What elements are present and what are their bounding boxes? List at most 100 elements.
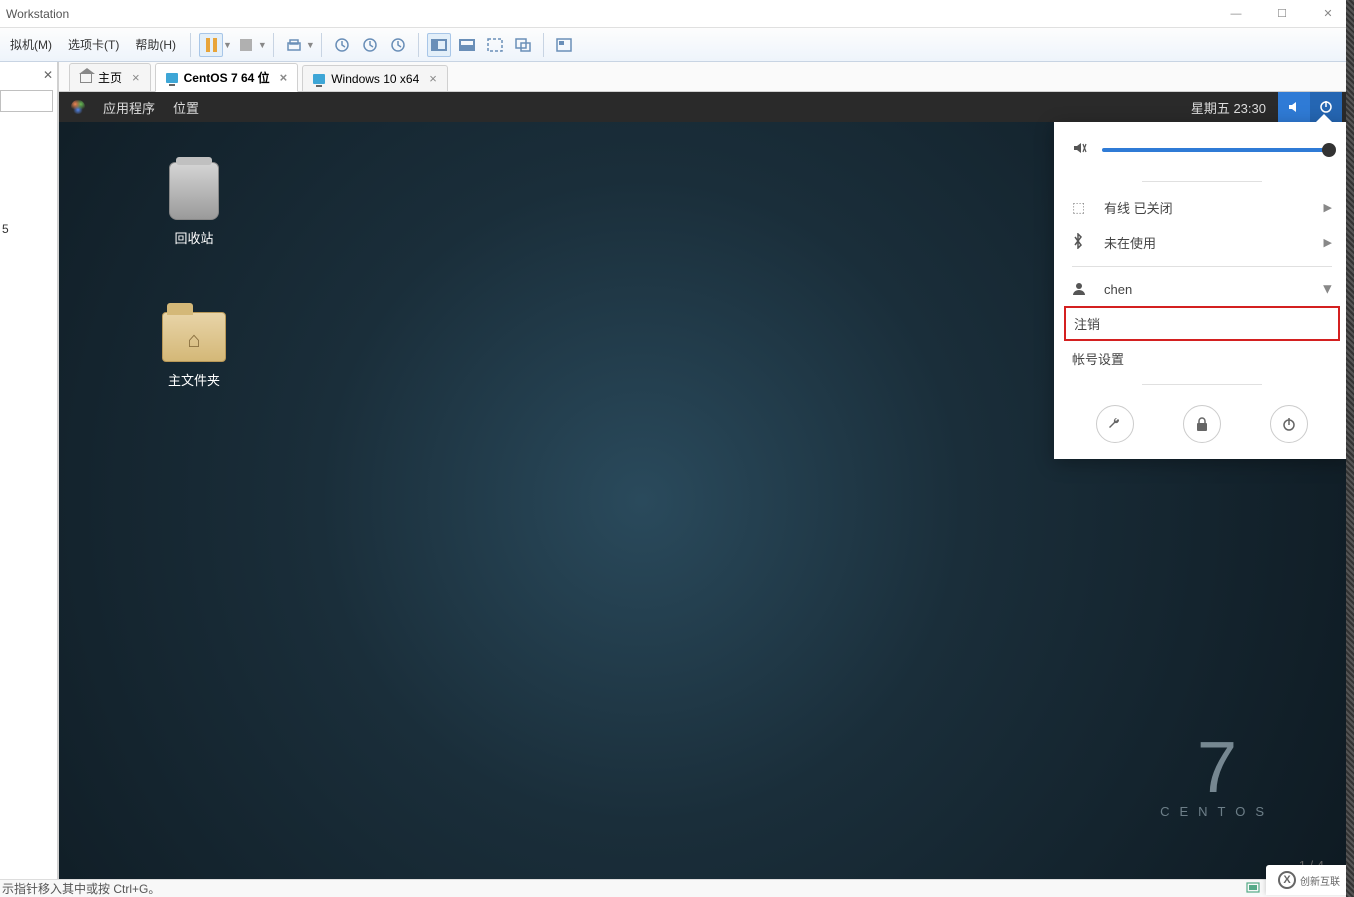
menu-vm[interactable]: 拟机(M) — [2, 32, 60, 57]
power-icon — [1318, 99, 1334, 115]
clock-icon — [334, 37, 350, 53]
tab-windows[interactable]: Windows 10 x64 × — [302, 65, 448, 91]
view-bottombar-button[interactable] — [455, 33, 479, 57]
watermark-text: 创新互联 — [1300, 873, 1340, 888]
printer-icon — [286, 38, 302, 52]
vm-tabs: 主页 × CentOS 7 64 位 × Windows 10 x64 × — [59, 62, 1354, 92]
volume-icon — [1286, 99, 1302, 115]
user-label: chen — [1104, 282, 1132, 297]
toolbar-separator — [418, 33, 419, 57]
chevron-down-icon[interactable]: ▼ — [223, 40, 232, 50]
tab-close-icon[interactable]: × — [429, 71, 437, 86]
chevron-down-icon[interactable]: ▼ — [306, 40, 315, 50]
system-menu: ⬚ 有线 已关闭 ▶ 未在使用 ▶ chen ▶ — [1054, 122, 1350, 459]
trash-icon — [169, 162, 219, 220]
close-button[interactable]: ✕ — [1314, 4, 1342, 24]
tab-close-icon[interactable]: × — [132, 70, 140, 85]
volume-indicator[interactable] — [1278, 92, 1310, 122]
status-hint: 示指针移入其中或按 Ctrl+G。 — [2, 880, 160, 897]
volume-slider[interactable] — [1102, 148, 1332, 152]
centos-name: CENTOS — [1160, 804, 1274, 819]
activities-icon[interactable] — [71, 100, 85, 114]
clock-button-3[interactable] — [386, 33, 410, 57]
toolbar-separator — [273, 33, 274, 57]
icon-label: 回收站 — [149, 228, 239, 247]
settings-button[interactable] — [1096, 405, 1134, 443]
pause-button[interactable] — [199, 33, 223, 57]
menu-toolbar: 拟机(M) 选项卡(T) 帮助(H) ▼ ▼ ▼ — [0, 28, 1354, 62]
watermark: X 创新互联 — [1266, 865, 1352, 895]
guest-display[interactable]: 应用程序 位置 星期五 23:30 回收站 — [59, 92, 1354, 879]
account-label: 帐号设置 — [1072, 352, 1124, 367]
clock-button-2[interactable] — [358, 33, 382, 57]
content-row: ✕ 5 主页 × CentOS 7 64 位 × Windows 10 x64 … — [0, 62, 1354, 879]
unity-button[interactable] — [511, 33, 535, 57]
volume-icon — [1072, 140, 1088, 159]
gnome-topbar: 应用程序 位置 星期五 23:30 — [59, 92, 1354, 122]
pause-icon — [206, 38, 217, 52]
thumbnail-icon — [556, 38, 572, 52]
menu-divider — [1142, 384, 1262, 385]
lock-button[interactable] — [1183, 405, 1221, 443]
bottombar-icon — [459, 39, 475, 51]
user-row[interactable]: chen ▶ — [1054, 273, 1350, 306]
vm-icon — [166, 73, 178, 83]
bluetooth-icon — [1072, 233, 1090, 252]
statusbar: 示指针移入其中或按 Ctrl+G。 — [0, 879, 1354, 897]
logout-label: 注销 — [1074, 317, 1100, 332]
chevron-right-icon: ▶ — [1324, 201, 1332, 214]
action-buttons-row — [1054, 393, 1350, 447]
account-settings-item[interactable]: 帐号设置 — [1054, 341, 1350, 376]
home-icon — [80, 73, 92, 83]
maximize-button[interactable]: ☐ — [1268, 4, 1296, 24]
user-icon — [1072, 281, 1090, 298]
toolbar-separator — [321, 33, 322, 57]
toolbar-separator — [190, 33, 191, 57]
thumbnail-button[interactable] — [552, 33, 576, 57]
power-button[interactable] — [1270, 405, 1308, 443]
clock-datetime[interactable]: 星期五 23:30 — [1179, 98, 1278, 117]
snapshot-button[interactable] — [282, 33, 306, 57]
tab-close-icon[interactable]: × — [280, 70, 288, 85]
library-search-input[interactable] — [0, 90, 53, 112]
folder-home-icon — [162, 312, 226, 362]
places-menu[interactable]: 位置 — [173, 98, 199, 117]
icon-label: 主文件夹 — [149, 370, 239, 389]
library-item-fragment: 5 — [2, 222, 9, 236]
tab-label: Windows 10 x64 — [331, 72, 419, 86]
lock-icon — [1195, 416, 1209, 432]
stop-icon — [240, 39, 252, 51]
watermark-logo: X — [1278, 871, 1296, 889]
minimize-button[interactable]: — — [1222, 4, 1250, 24]
network-row[interactable]: ⬚ 有线 已关闭 ▶ — [1054, 190, 1350, 225]
bluetooth-row[interactable]: 未在使用 ▶ — [1054, 225, 1350, 260]
view-sidebar-button[interactable] — [427, 33, 451, 57]
menu-help[interactable]: 帮助(H) — [127, 32, 184, 57]
logout-item-highlighted[interactable]: 注销 — [1064, 306, 1340, 341]
tab-centos[interactable]: CentOS 7 64 位 × — [155, 63, 299, 92]
chevron-down-icon[interactable]: ▼ — [258, 40, 267, 50]
right-edge-decoration — [1346, 0, 1354, 897]
pane-close-icon[interactable]: ✕ — [43, 68, 53, 82]
fullscreen-button[interactable] — [483, 33, 507, 57]
desktop-icon-trash[interactable]: 回收站 — [149, 162, 239, 247]
centos-branding: 7 CENTOS — [1160, 732, 1274, 819]
toolbar-separator — [543, 33, 544, 57]
main-pane: 主页 × CentOS 7 64 位 × Windows 10 x64 × 应用… — [58, 62, 1354, 879]
menu-divider — [1072, 266, 1332, 267]
device-status-icon[interactable] — [1246, 880, 1264, 897]
sidebar-icon — [431, 39, 447, 51]
network-icon: ⬚ — [1072, 199, 1090, 216]
applications-menu[interactable]: 应用程序 — [103, 98, 155, 117]
window-controls: — ☐ ✕ — [1222, 4, 1342, 24]
wrench-icon — [1106, 415, 1124, 433]
clock-button-1[interactable] — [330, 33, 354, 57]
unity-icon — [515, 38, 531, 52]
menu-tabs[interactable]: 选项卡(T) — [60, 32, 127, 57]
desktop-icon-home[interactable]: 主文件夹 — [149, 312, 239, 389]
tab-home[interactable]: 主页 × — [69, 63, 151, 91]
clock-icon — [362, 37, 378, 53]
centos-version: 7 — [1160, 732, 1274, 804]
vm-icon — [313, 74, 325, 84]
stop-button[interactable] — [234, 33, 258, 57]
